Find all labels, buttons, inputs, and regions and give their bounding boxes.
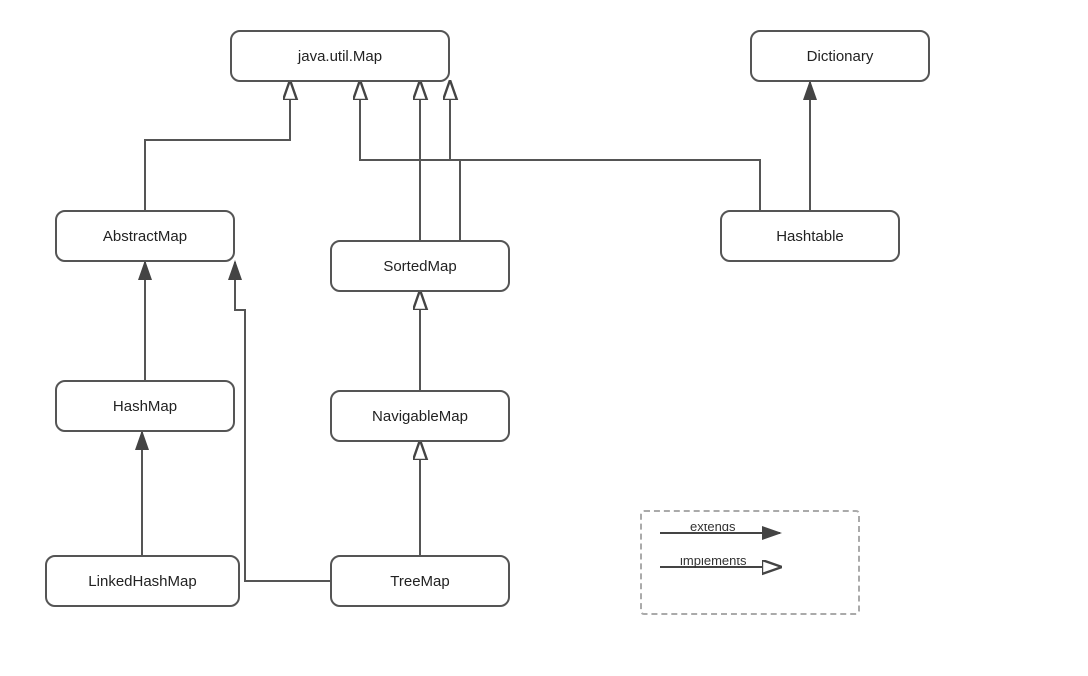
node-hashtable: Hashtable <box>720 210 900 262</box>
legend-box: extends implements <box>640 510 860 615</box>
node-abstract-map: AbstractMap <box>55 210 235 262</box>
svg-text:implements: implements <box>680 558 747 568</box>
node-navigable-map: NavigableMap <box>330 390 510 442</box>
node-java-util-map: java.util.Map <box>230 30 450 82</box>
svg-text:extends: extends <box>690 524 736 534</box>
node-linked-hashmap: LinkedHashMap <box>45 555 240 607</box>
extends-arrow-svg: extends <box>660 524 800 542</box>
node-hashmap: HashMap <box>55 380 235 432</box>
node-sorted-map: SortedMap <box>330 240 510 292</box>
implements-arrow-svg: implements <box>660 558 800 576</box>
legend-implements: implements <box>660 558 840 576</box>
legend-extends: extends <box>660 524 840 542</box>
node-treemap: TreeMap <box>330 555 510 607</box>
diagram-container: java.util.Map Dictionary AbstractMap Sor… <box>0 0 1088 676</box>
node-dictionary: Dictionary <box>750 30 930 82</box>
